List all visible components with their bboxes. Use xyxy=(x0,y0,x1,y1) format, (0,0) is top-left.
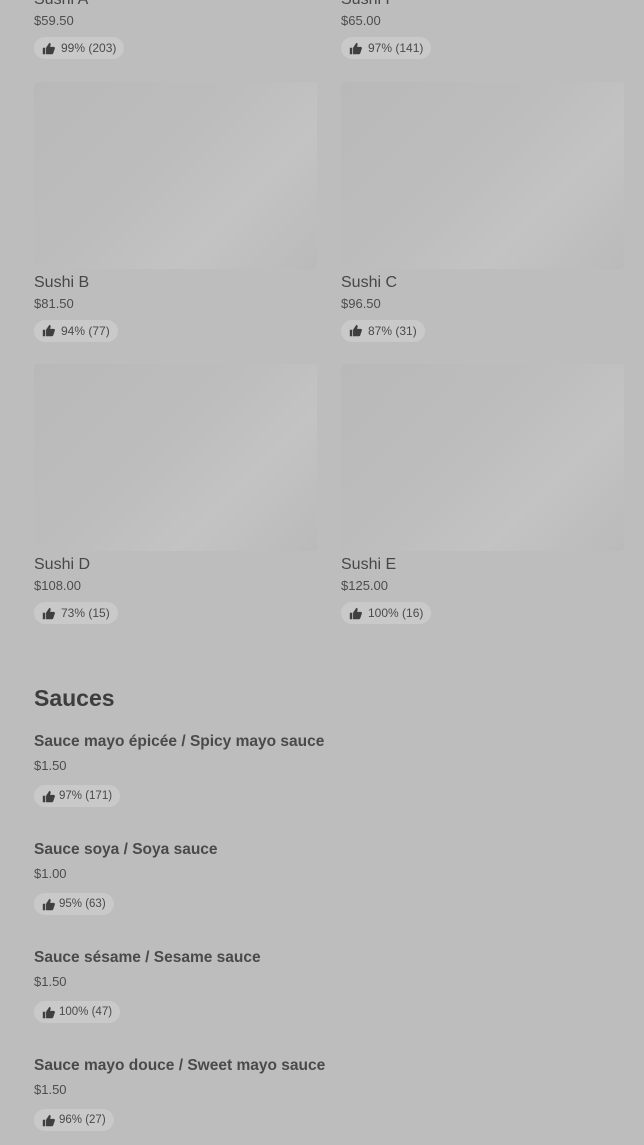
thumbs-up-icon xyxy=(42,1006,55,1018)
rating-text: 96% (27) xyxy=(59,1114,106,1126)
product-card-sushi-f[interactable]: Sushi F $65.00 97% (141) xyxy=(341,0,624,60)
rating-badge: 95% (63) xyxy=(34,893,114,915)
product-row: Sushi D $108.00 73% (15) Sushi E $125.00… xyxy=(34,364,624,625)
sauce-price: $1.50 xyxy=(34,974,67,989)
rating-text: 95% (63) xyxy=(59,898,106,910)
product-card-sushi-b[interactable]: Sushi B $81.50 94% (77) xyxy=(34,81,317,343)
product-card-sushi-c[interactable]: Sushi C $96.50 87% (31) xyxy=(341,81,624,343)
product-image[interactable] xyxy=(341,364,624,551)
product-price: $65.00 xyxy=(341,13,381,28)
sauce-item[interactable]: Sauce sésame / Sesame sauce $1.50 100% (… xyxy=(34,948,614,1024)
thumbs-up-icon xyxy=(42,1114,55,1126)
product-row: Sushi B $81.50 94% (77) Sushi C $96.50 8… xyxy=(34,81,624,343)
rating-badge: 99% (203) xyxy=(34,37,125,59)
rating-badge: 97% (171) xyxy=(34,785,121,807)
product-name: Sushi C xyxy=(341,273,398,291)
sauce-item[interactable]: Sauce mayo épicée / Spicy mayo sauce $1.… xyxy=(34,732,614,808)
product-price: $96.50 xyxy=(341,295,381,311)
sauce-item[interactable]: Sauce soya / Soya sauce $1.00 95% (63) xyxy=(34,840,614,916)
thumbs-up-icon xyxy=(42,790,55,802)
thumbs-up-icon xyxy=(349,324,362,337)
product-image[interactable] xyxy=(34,364,317,551)
product-price: $125.00 xyxy=(341,578,388,593)
product-name: Sushi F xyxy=(341,0,624,10)
section-title-sauces: Sauces xyxy=(34,685,115,711)
product-image[interactable] xyxy=(34,81,317,269)
rating-text: 100% (16) xyxy=(368,606,424,620)
product-row: Sushi A $59.50 99% (203) Sushi F $65.00 … xyxy=(34,0,624,60)
rating-text: 97% (141) xyxy=(368,41,424,55)
thumbs-up-icon xyxy=(349,607,362,619)
rating-text: 97% (171) xyxy=(59,790,113,802)
thumbs-up-icon xyxy=(42,42,55,54)
product-card-sushi-d[interactable]: Sushi D $108.00 73% (15) xyxy=(34,364,317,625)
product-card-sushi-e[interactable]: Sushi E $125.00 100% (16) xyxy=(341,364,624,625)
product-name: Sushi D xyxy=(34,556,91,573)
sauce-price: $1.00 xyxy=(34,866,67,881)
sauce-price: $1.50 xyxy=(34,758,67,773)
rating-text: 99% (203) xyxy=(61,41,117,55)
rating-badge: 96% (27) xyxy=(34,1109,114,1131)
product-price: $81.50 xyxy=(34,295,74,311)
thumbs-up-icon xyxy=(42,324,55,337)
product-grid: Sushi A $59.50 99% (203) Sushi F $65.00 … xyxy=(34,0,624,647)
rating-text: 94% (77) xyxy=(61,323,110,338)
rating-badge: 100% (16) xyxy=(341,602,432,624)
product-card-sushi-a[interactable]: Sushi A $59.50 99% (203) xyxy=(34,0,317,60)
sauce-name: Sauce sésame / Sesame sauce xyxy=(34,949,261,966)
product-name: Sushi E xyxy=(341,556,397,573)
rating-text: 73% (15) xyxy=(61,606,110,620)
thumbs-up-icon xyxy=(349,42,362,54)
rating-badge: 73% (15) xyxy=(34,602,118,624)
thumbs-up-icon xyxy=(42,607,55,619)
product-price: $59.50 xyxy=(34,13,74,28)
rating-text: 87% (31) xyxy=(368,323,417,338)
sauce-price: $1.50 xyxy=(34,1082,67,1097)
thumbs-up-icon xyxy=(42,898,55,910)
sauce-name: Sauce mayo épicée / Spicy mayo sauce xyxy=(34,733,325,750)
sauce-name: Sauce soya / Soya sauce xyxy=(34,841,218,858)
product-name: Sushi A xyxy=(34,0,317,10)
product-name: Sushi B xyxy=(34,273,90,291)
rating-badge: 97% (141) xyxy=(341,37,432,59)
product-image[interactable] xyxy=(341,81,624,269)
product-price: $108.00 xyxy=(34,578,81,593)
rating-badge: 100% (47) xyxy=(34,1001,121,1023)
sauce-item[interactable]: Sauce mayo douce / Sweet mayo sauce $1.5… xyxy=(34,1056,614,1132)
rating-text: 100% (47) xyxy=(59,1006,113,1018)
rating-badge: 94% (77) xyxy=(34,319,118,342)
sauce-name: Sauce mayo douce / Sweet mayo sauce xyxy=(34,1057,326,1074)
rating-badge: 87% (31) xyxy=(341,319,425,342)
